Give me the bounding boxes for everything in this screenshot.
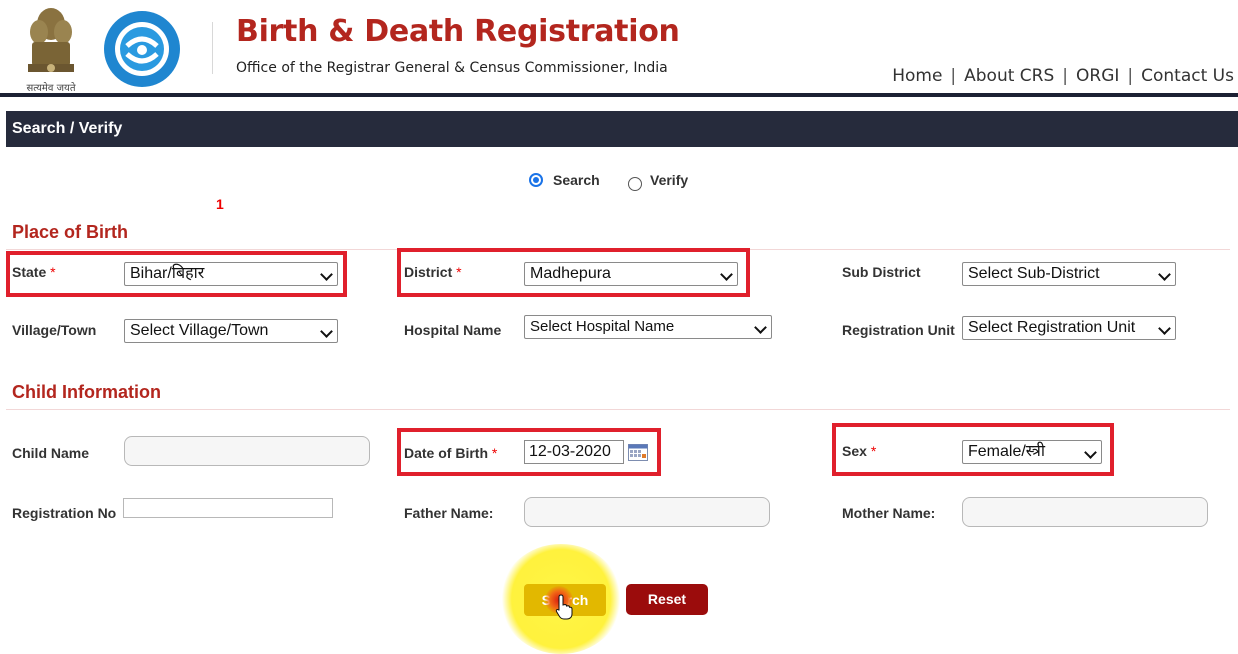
registration-no-label: Registration No — [12, 505, 117, 521]
search-radio-label[interactable]: Search — [553, 172, 600, 188]
place-of-birth-heading: Place of Birth — [12, 222, 129, 242]
calendar-icon[interactable] — [628, 443, 648, 461]
village-town-label: Village/Town — [12, 322, 97, 338]
nav-separator: | — [950, 66, 957, 86]
village-town-select[interactable]: Select Village/Town — [124, 319, 338, 343]
hospital-name-select[interactable]: Select Hospital Name — [524, 315, 772, 339]
nav-home[interactable]: Home — [892, 66, 942, 86]
father-name-input[interactable] — [524, 497, 770, 527]
child-information-heading: Child Information — [12, 382, 161, 402]
sub-district-select[interactable]: Select Sub-District — [962, 262, 1176, 286]
chevron-down-icon — [320, 325, 333, 338]
chevron-down-icon — [320, 268, 333, 281]
registration-unit-select[interactable]: Select Registration Unit — [962, 316, 1176, 340]
child-name-label: Child Name — [12, 445, 90, 461]
top-nav: Home | About CRS | ORGI | Contact Us — [892, 66, 1234, 86]
header-divider — [212, 22, 213, 74]
section-rule — [6, 409, 1230, 410]
registration-unit-label: Registration Unit — [842, 322, 955, 338]
nav-separator: | — [1062, 66, 1069, 86]
child-name-input[interactable] — [124, 436, 370, 466]
site-subtitle: Office of the Registrar General & Census… — [236, 60, 668, 76]
chevron-down-icon — [1158, 268, 1171, 281]
reset-button[interactable]: Reset — [626, 584, 708, 615]
registration-no-input[interactable] — [123, 498, 333, 518]
chevron-down-icon — [720, 268, 733, 281]
header-underline — [0, 93, 1238, 97]
chevron-down-icon — [1084, 446, 1097, 459]
nav-about-crs[interactable]: About CRS — [964, 66, 1054, 86]
rgi-logo — [103, 10, 181, 88]
sex-select[interactable]: Female/स्त्री — [962, 440, 1102, 464]
nav-separator: | — [1127, 66, 1134, 86]
district-select[interactable]: Madhepura — [524, 262, 738, 286]
nav-contact-us[interactable]: Contact Us — [1141, 66, 1234, 86]
district-label: District * — [404, 264, 462, 280]
search-radio[interactable] — [529, 173, 543, 187]
mother-name-label: Mother Name: — [842, 505, 936, 521]
verify-radio-label[interactable]: Verify — [650, 172, 688, 188]
stray-mark: 1 — [216, 196, 224, 212]
chevron-down-icon — [1158, 322, 1171, 335]
sub-district-label: Sub District — [842, 264, 921, 280]
date-of-birth-input[interactable]: 12-03-2020 — [524, 440, 624, 464]
father-name-label: Father Name: — [404, 505, 494, 521]
nav-orgi[interactable]: ORGI — [1076, 66, 1119, 86]
emblem-motto: सत्यमेव जयते — [26, 83, 76, 94]
site-title: Birth & Death Registration — [236, 14, 680, 49]
hospital-name-label: Hospital Name — [404, 322, 502, 338]
mother-name-input[interactable] — [962, 497, 1208, 527]
date-of-birth-label: Date of Birth * — [404, 445, 498, 461]
chevron-down-icon — [754, 321, 767, 334]
state-select[interactable]: Bihar/बिहार — [124, 262, 338, 286]
section-header-bar: Search / Verify — [6, 111, 1238, 147]
sex-label: Sex * — [842, 443, 877, 459]
national-emblem-logo: सत्यमेव जयते — [14, 2, 88, 94]
verify-radio[interactable] — [628, 177, 642, 191]
state-label: State * — [12, 264, 56, 280]
hand-cursor-icon — [555, 594, 573, 620]
